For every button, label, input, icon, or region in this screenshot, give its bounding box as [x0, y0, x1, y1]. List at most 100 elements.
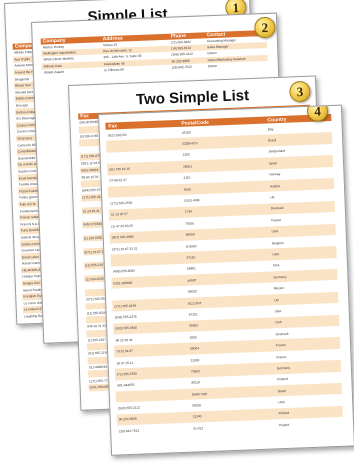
table-cell: Mexico — [273, 286, 285, 291]
table-cell: 75016 — [185, 221, 195, 226]
table-cell: USA — [274, 309, 282, 314]
table-cell: Denmark — [275, 331, 289, 337]
table-cell: Denmark — [270, 206, 284, 211]
table-cell: (91) 555 22 82 — [88, 351, 110, 356]
table-cell: (1) 555-2167 — [87, 337, 107, 343]
table-cell: (11) 555-8249 — [86, 310, 107, 316]
table-cell: (11) 555-2167 — [84, 262, 105, 268]
table-cell: 69004 — [190, 346, 200, 351]
table-cell: UK — [274, 297, 279, 302]
table-cell: 28001 — [183, 164, 193, 169]
table-cell: Ernst Handel — [18, 175, 38, 181]
table-cell: (1) 135-5535 — [83, 235, 103, 241]
table-cell: Belgium — [272, 240, 284, 246]
table-cell: 011-4988261 — [88, 364, 108, 370]
table-cell: 90-224 8858 — [118, 417, 137, 422]
table-cell: Hungry Owl — [22, 280, 40, 286]
table-cell — [116, 394, 192, 397]
table-cell: 78.32.54.87 — [116, 348, 134, 354]
table-cell: UK — [270, 195, 275, 200]
table-cell: 4110 — [183, 175, 191, 181]
table-cell: USA — [271, 229, 279, 234]
table-cell: 99508 — [185, 232, 195, 237]
table-cell: USA — [275, 320, 282, 325]
table-cell: 8200 — [189, 335, 197, 340]
table-cell: Spain — [268, 161, 278, 166]
table-cell: 0621-08924 — [81, 167, 99, 173]
table-cell: Drachenblut — [17, 155, 36, 161]
table-cell: 030-0076545 — [79, 120, 99, 125]
table-cell: (1) 47.55.60.20 — [111, 223, 134, 229]
table-cell: (503) 555-2112 — [118, 405, 140, 411]
table-cell: 31000 — [190, 357, 200, 363]
table-cell: Blondel pere — [15, 89, 34, 95]
table-cell: (26) 642-7012 — [119, 428, 140, 434]
table-cell: 0522-556722 — [107, 132, 127, 138]
table-cell: 981-443655 — [117, 383, 135, 388]
table-cell: (503) 555-9646 — [115, 325, 138, 331]
table-cell: 05033 — [187, 289, 197, 294]
table-cell: Germany — [273, 274, 287, 280]
table-cell: Owner — [207, 63, 218, 69]
table-cell: Berglunds — [14, 76, 30, 82]
table-cell: 21240 — [192, 414, 202, 420]
table-cell: 0241-059428 — [89, 385, 109, 390]
table-cell: Poland — [278, 422, 290, 428]
table-cell: 70563 — [190, 369, 200, 374]
table-cell: (1) 354-2535 — [85, 276, 104, 282]
table-cell: 02389-673 — [182, 141, 198, 146]
fax-postal-country-table: 0522-556722 42100 Italy 02389-673 Brazil 1203… — [106, 121, 344, 437]
table-cell: 58226 — [192, 403, 202, 408]
table-cell: Bon app' — [15, 103, 29, 108]
table-cell: 59801 — [186, 266, 196, 272]
table-cell: Folk och fa — [19, 201, 36, 207]
table-cell: 44087 — [187, 278, 197, 283]
document-page-4: Fax PostalCode Country 0522-556722 42100 I… — [98, 104, 354, 456]
table-cell: Finland — [278, 411, 290, 416]
table-cell — [112, 292, 188, 295]
table-cell: 97201 — [188, 312, 198, 317]
table-cell: 1734 — [184, 209, 192, 215]
table-cell: Germany — [276, 365, 291, 371]
table-cell: (5) 555-3745 — [79, 133, 99, 139]
table-cell: Blauer See — [15, 83, 32, 88]
table-cell: USA — [272, 252, 280, 257]
table-cell: Norway — [269, 172, 281, 177]
table-cell: 8010 — [183, 187, 192, 192]
table-cell: 0921-12 34 67 — [80, 160, 102, 166]
table-cell: (171) 555-9199 — [114, 303, 137, 309]
table-cell: (406) 555-8083 — [112, 269, 135, 274]
table-cell: Chop-suey — [17, 136, 33, 141]
table-cell: (71) 555-5535 — [116, 371, 138, 377]
table-cell: (907) 555-2880 — [111, 234, 134, 240]
table-cell: France — [276, 354, 287, 359]
table-cell: ul. Filtrowa 68 — [103, 67, 124, 73]
table-cell: Island Trading — [22, 287, 44, 293]
table-cell — [108, 189, 184, 192]
table-cell: (503) 555-2376 — [114, 314, 137, 320]
table-cell: Brazil — [277, 388, 286, 393]
table-cell: Wolski Zajazd — [43, 69, 64, 75]
table-cell: 07-98 92 47 — [109, 178, 127, 183]
table-cell: 42100 — [181, 130, 191, 135]
table-cell: 05487-020 — [191, 391, 208, 397]
table-cell — [107, 155, 183, 158]
table-cell: Bottom-Dollar — [16, 109, 36, 115]
table-cell: France — [275, 343, 287, 348]
table-cell: Austria — [269, 183, 280, 189]
table-cell: 99362 — [189, 323, 199, 328]
table-cell: 90110 — [191, 380, 201, 385]
table-cell: France — [271, 217, 282, 223]
table-cell: 31 13 35 57 — [110, 212, 128, 218]
table-cell: Switzerland — [268, 149, 286, 154]
table-cell: Franchi S.p.A. — [20, 221, 41, 227]
table-cell: (91) 745 62 10 — [109, 166, 130, 172]
table-cell: Brazil — [268, 138, 277, 143]
table-cell: 040-32 21 23 — [87, 324, 107, 329]
table-cell: Italy — [267, 126, 274, 132]
table-cell: 86 22 33 44 — [115, 337, 133, 343]
table-cell: 87110 — [186, 255, 196, 260]
table-cell: USA — [272, 263, 280, 268]
table-cell: 0251-035695 — [113, 280, 133, 286]
table-cell: (071) 23 67 22 21 — [112, 246, 138, 252]
